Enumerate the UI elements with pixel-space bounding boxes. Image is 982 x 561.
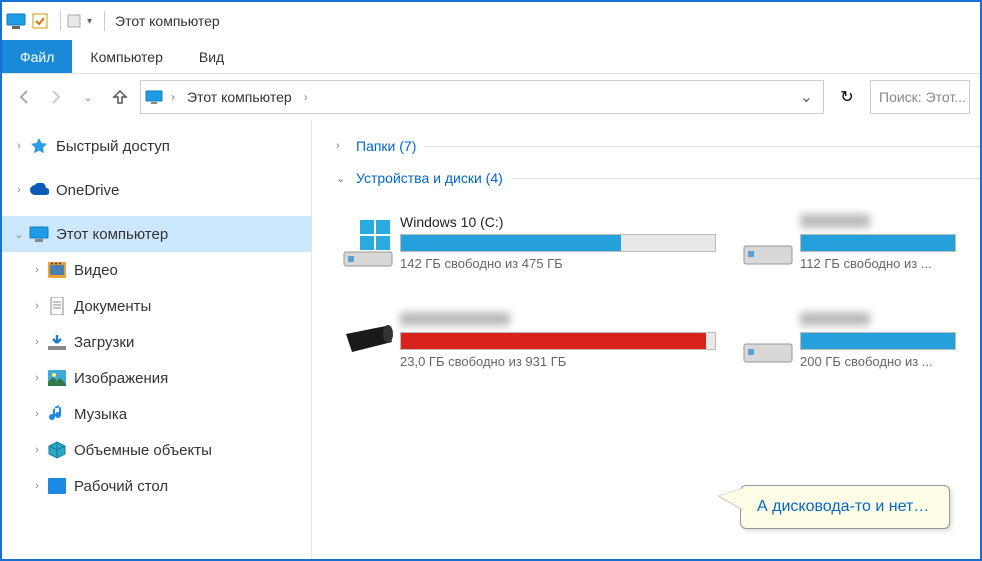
address-bar[interactable]: › Этот компьютер › ⌄ bbox=[140, 80, 824, 114]
sidebar-item-quick-access[interactable]: › Быстрый доступ bbox=[2, 128, 311, 164]
sidebar-item-documents[interactable]: › Документы bbox=[2, 288, 311, 324]
drive-name: ________ bbox=[800, 214, 956, 230]
up-button[interactable] bbox=[108, 85, 132, 109]
group-count: (7) bbox=[399, 138, 416, 154]
sidebar-item-label: Изображения bbox=[74, 370, 168, 387]
qat-save-icon[interactable] bbox=[32, 13, 48, 29]
drive-status: 200 ГБ свободно из ... bbox=[800, 354, 956, 369]
hdd-icon bbox=[736, 202, 800, 282]
divider bbox=[60, 11, 61, 31]
tab-view[interactable]: Вид bbox=[181, 40, 242, 73]
callout-text: А дисковода-то и нет… bbox=[757, 498, 929, 515]
sidebar-item-onedrive[interactable]: › OneDrive bbox=[2, 172, 311, 208]
back-button[interactable] bbox=[12, 85, 36, 109]
external-drive-icon bbox=[336, 300, 400, 380]
group-devices[interactable]: ⌄ Устройства и диски (4) bbox=[328, 164, 980, 196]
drive-usage-bar bbox=[800, 234, 956, 252]
drive-usage-bar bbox=[400, 234, 716, 252]
chevron-right-icon[interactable]: › bbox=[28, 408, 46, 420]
chevron-right-icon[interactable]: › bbox=[28, 300, 46, 312]
search-input[interactable]: Поиск: Этот... bbox=[870, 80, 970, 114]
drive-status: 23,0 ГБ свободно из 931 ГБ bbox=[400, 354, 716, 369]
chevron-down-icon[interactable]: ⌄ bbox=[10, 228, 28, 241]
sidebar-item-desktop[interactable]: › Рабочий стол bbox=[2, 468, 311, 504]
sidebar-item-label: Объемные объекты bbox=[74, 442, 212, 459]
breadcrumb[interactable]: Этот компьютер bbox=[183, 89, 296, 105]
cloud-icon bbox=[28, 183, 50, 197]
drive-usage-bar bbox=[800, 332, 956, 350]
chevron-right-icon[interactable]: › bbox=[28, 264, 46, 276]
sidebar-item-label: Загрузки bbox=[74, 334, 134, 351]
chevron-right-icon[interactable]: › bbox=[10, 184, 28, 196]
cube-icon bbox=[46, 441, 68, 459]
chevron-right-icon[interactable]: › bbox=[28, 444, 46, 456]
divider bbox=[104, 11, 105, 31]
drives-list: Windows 10 (C:) 142 ГБ свободно из 475 Г… bbox=[328, 196, 980, 392]
download-icon bbox=[46, 333, 68, 351]
sidebar-item-music[interactable]: › Музыка bbox=[2, 396, 311, 432]
qat-dropdown-icon[interactable]: ▾ bbox=[87, 16, 92, 27]
document-icon bbox=[46, 297, 68, 315]
sidebar-item-label: Видео bbox=[74, 262, 118, 279]
ribbon-tabs: Файл Компьютер Вид bbox=[2, 40, 980, 74]
sidebar-item-pictures[interactable]: › Изображения bbox=[2, 360, 311, 396]
star-icon bbox=[28, 137, 50, 155]
drive-status: 112 ГБ свободно из ... bbox=[800, 256, 956, 271]
image-icon bbox=[46, 370, 68, 386]
sidebar-item-videos[interactable]: › Видео bbox=[2, 252, 311, 288]
annotation-callout: А дисковода-то и нет… bbox=[740, 485, 950, 529]
sidebar-item-label: Музыка bbox=[74, 406, 127, 423]
chevron-right-icon[interactable]: › bbox=[10, 140, 28, 152]
group-folders[interactable]: › Папки (7) bbox=[328, 132, 980, 164]
chevron-right-icon[interactable]: › bbox=[28, 372, 46, 384]
qat-item-icon[interactable] bbox=[67, 13, 81, 29]
chevron-right-icon[interactable]: › bbox=[169, 90, 177, 104]
drive-name: Windows 10 (C:) bbox=[400, 214, 716, 230]
chevron-right-icon[interactable]: › bbox=[28, 336, 46, 348]
content-pane[interactable]: › Папки (7) ⌄ Устройства и диски (4) Win… bbox=[312, 120, 980, 559]
group-label: Устройства и диски bbox=[356, 170, 482, 186]
forward-button[interactable] bbox=[44, 85, 68, 109]
drive-status: 142 ГБ свободно из 475 ГБ bbox=[400, 256, 716, 271]
nav-bar: ⌄ › Этот компьютер › ⌄ ↻ Поиск: Этот... bbox=[2, 74, 980, 120]
sidebar-item-label: Этот компьютер bbox=[56, 226, 168, 243]
tab-computer[interactable]: Компьютер bbox=[72, 40, 180, 73]
recent-dropdown[interactable]: ⌄ bbox=[76, 85, 100, 109]
chevron-right-icon[interactable]: › bbox=[336, 140, 352, 152]
refresh-button[interactable]: ↻ bbox=[832, 80, 862, 114]
drive-item[interactable]: Windows 10 (C:) 142 ГБ свободно из 475 Г… bbox=[336, 202, 716, 282]
navigation-pane[interactable]: › Быстрый доступ › OneDrive ⌄ Этот компь… bbox=[2, 120, 312, 559]
pc-icon bbox=[28, 225, 50, 243]
sidebar-item-label: Рабочий стол bbox=[74, 478, 168, 495]
sidebar-item-label: OneDrive bbox=[56, 182, 119, 199]
video-icon bbox=[46, 262, 68, 278]
hdd-icon bbox=[736, 300, 800, 380]
address-dropdown[interactable]: ⌄ bbox=[794, 87, 819, 107]
chevron-right-icon[interactable]: › bbox=[302, 90, 310, 104]
pc-icon bbox=[145, 89, 163, 105]
chevron-right-icon[interactable]: › bbox=[28, 480, 46, 492]
music-icon bbox=[46, 405, 68, 423]
sidebar-item-label: Документы bbox=[74, 298, 151, 315]
pc-icon bbox=[6, 12, 26, 30]
window-title: Этот компьютер bbox=[115, 13, 220, 29]
sidebar-item-3d-objects[interactable]: › Объемные объекты bbox=[2, 432, 311, 468]
drive-item[interactable]: ________ 112 ГБ свободно из ... bbox=[736, 202, 956, 282]
title-bar: ▾ Этот компьютер bbox=[2, 2, 980, 40]
os-drive-icon bbox=[336, 202, 400, 282]
drive-name: ____ __ bbox=[800, 312, 956, 328]
chevron-down-icon[interactable]: ⌄ bbox=[336, 172, 352, 185]
drive-item[interactable]: ____ ___ 23,0 ГБ свободно из 931 ГБ bbox=[336, 300, 716, 380]
tab-file[interactable]: Файл bbox=[2, 40, 72, 73]
group-count: (4) bbox=[486, 170, 503, 186]
sidebar-item-this-pc[interactable]: ⌄ Этот компьютер bbox=[2, 216, 311, 252]
drive-item[interactable]: ____ __ 200 ГБ свободно из ... bbox=[736, 300, 956, 380]
drive-usage-bar bbox=[400, 332, 716, 350]
group-label: Папки bbox=[356, 138, 395, 154]
sidebar-item-downloads[interactable]: › Загрузки bbox=[2, 324, 311, 360]
sidebar-item-label: Быстрый доступ bbox=[56, 138, 170, 155]
drive-name: ____ ___ bbox=[400, 312, 716, 328]
desktop-icon bbox=[46, 478, 68, 494]
